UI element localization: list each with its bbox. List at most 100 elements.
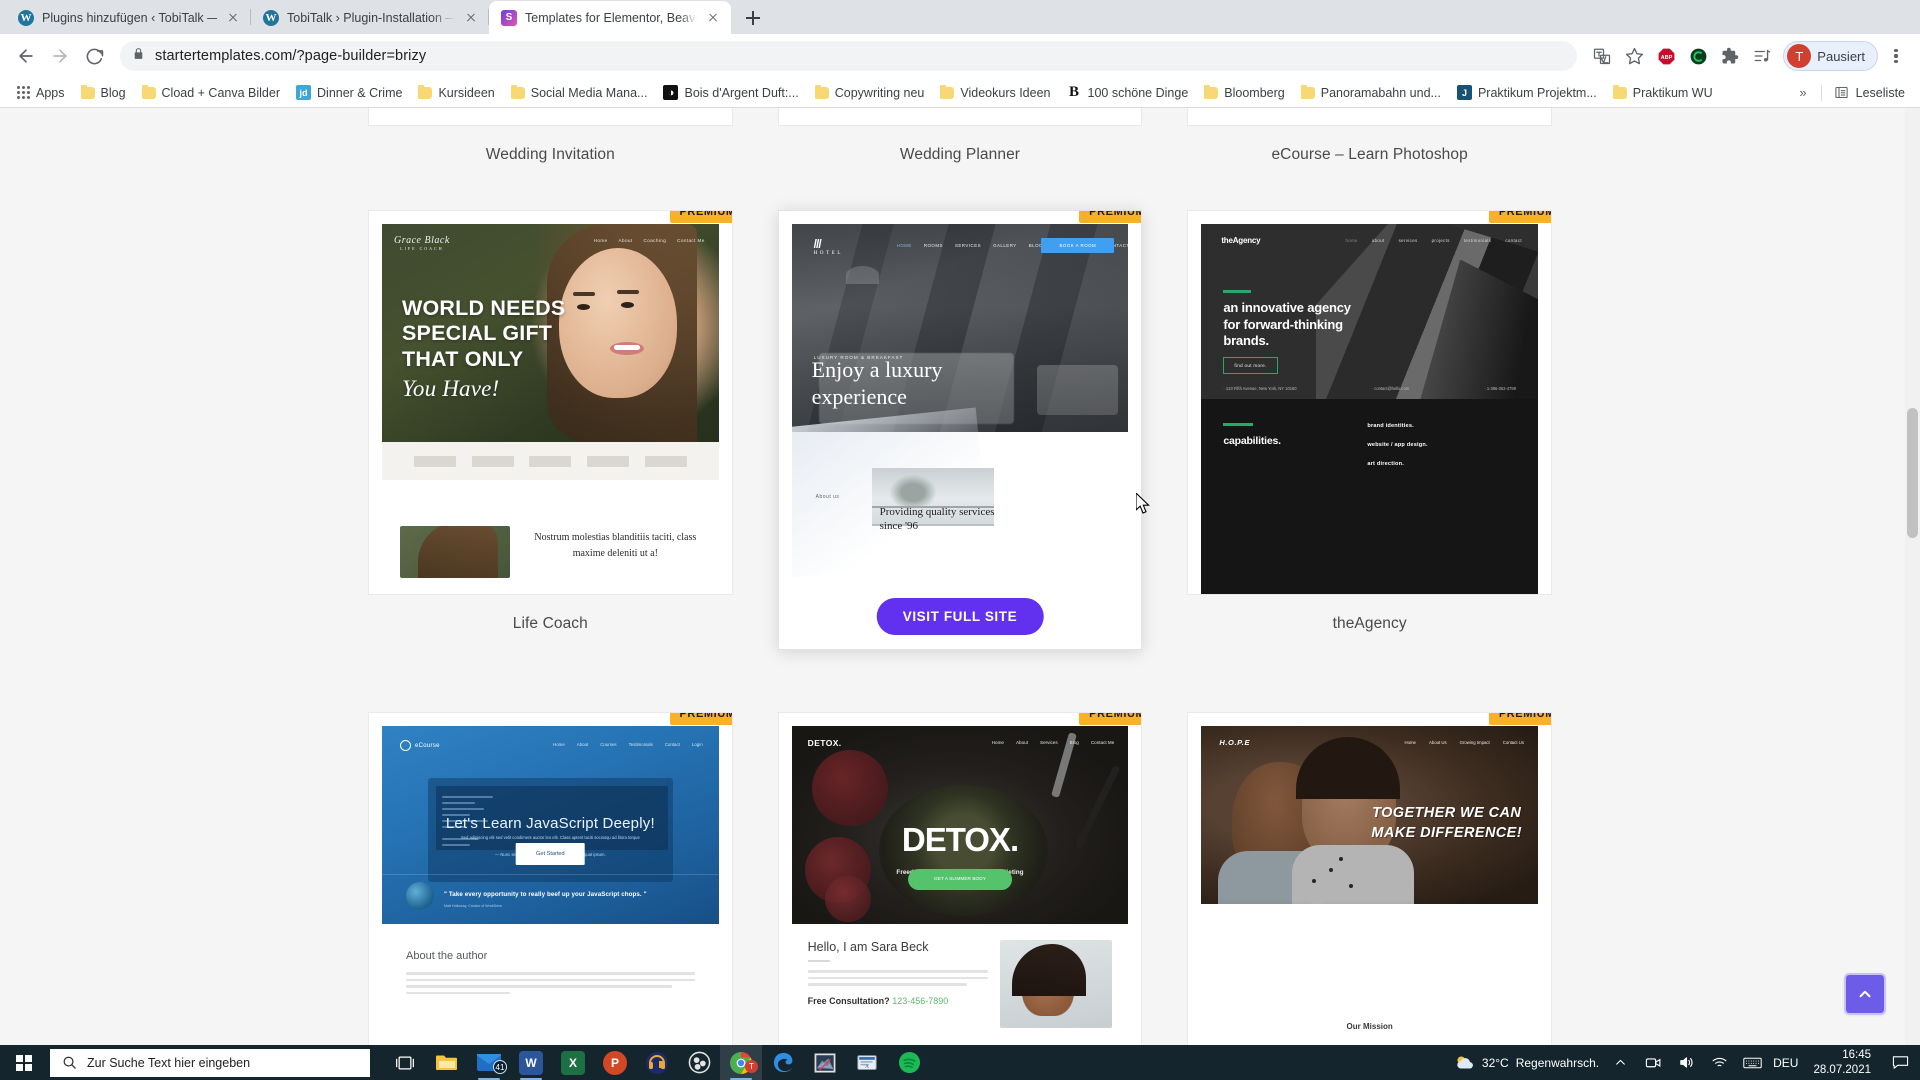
bookmark-praktikum-wu[interactable]: Praktikum WU: [1605, 83, 1721, 103]
about-quote: Nostrum molestias blanditiis taciti, cla…: [534, 532, 697, 559]
file-explorer-icon[interactable]: [426, 1045, 468, 1080]
weather-widget[interactable]: 32°C Regenwahrsch.: [1453, 1053, 1599, 1073]
template-card-detox[interactable]: PREMIUM DETOX. Home About Services Blog Co…: [777, 712, 1143, 1045]
bookmarks-overflow-button[interactable]: »: [1791, 85, 1814, 100]
keyboard-icon[interactable]: [1740, 1056, 1764, 1070]
template-preview[interactable]: PREMIUM Grace Black LIFE COACH Home Abou…: [368, 210, 733, 595]
address-bar[interactable]: startertemplates.com/?page-builder=brizy: [120, 41, 1578, 71]
extensions-puzzle-icon[interactable]: [1715, 41, 1745, 71]
bookmark-label: Cload + Canva Bilder: [161, 85, 281, 100]
url-text: startertemplates.com/?page-builder=brizy: [155, 48, 427, 64]
powerpoint-icon[interactable]: P: [594, 1045, 636, 1080]
taskbar-search-box[interactable]: Zur Suche Text hier eingeben: [50, 1048, 370, 1077]
hero-headline: TOGETHER WE CAN MAKE DIFFERENCE!: [1371, 805, 1522, 841]
page-scrollbar[interactable]: [1905, 108, 1920, 1045]
reload-button[interactable]: [78, 40, 110, 72]
close-icon[interactable]: [705, 10, 721, 26]
svg-text:ABP: ABP: [1660, 54, 1672, 60]
clock[interactable]: 16:45 28.07.2021: [1807, 1048, 1877, 1077]
template-caption: theAgency: [1332, 615, 1407, 632]
photoshop-icon[interactable]: [804, 1045, 846, 1080]
bookmark-blog[interactable]: Blog: [73, 83, 134, 103]
chevron-up-icon[interactable]: [1608, 1056, 1632, 1069]
capability-item: brand identities.: [1367, 423, 1414, 429]
spotify-icon[interactable]: [888, 1045, 930, 1080]
browser-tab-1[interactable]: W Plugins hinzufügen ‹ TobiTalk —: [6, 1, 251, 34]
language-indicator[interactable]: DEU: [1773, 1056, 1798, 1070]
hero-headline: WORLD NEEDS SPECIAL GIFT THAT ONLY You H…: [402, 296, 566, 402]
bookmark-kursideen[interactable]: Kursideen: [410, 83, 502, 103]
start-button[interactable]: [0, 1045, 48, 1080]
bookmark-star-icon[interactable]: [1619, 41, 1649, 71]
reading-list-button[interactable]: Leseliste: [1828, 82, 1911, 103]
premium-badge: PREMIUM: [669, 713, 732, 725]
hero-section: theAgency home about services projects tes…: [1201, 224, 1538, 399]
clock-time: 16:45: [1842, 1049, 1871, 1062]
browser-tab-2[interactable]: W TobiTalk › Plugin-Installation — W: [251, 1, 489, 34]
template-card-wedding-invitation[interactable]: Wedding Invitation: [368, 108, 733, 164]
close-icon[interactable]: [225, 10, 241, 26]
j-icon: J: [1456, 85, 1472, 100]
bookmark-praktikum-projektm[interactable]: J Praktikum Projektm...: [1449, 82, 1605, 103]
template-card-hotel[interactable]: PREMIUM /// HOTEL HOME ROOMS SERVICES GA…: [777, 210, 1143, 670]
bookmark-panoramabahn[interactable]: Panoramabahn und...: [1293, 83, 1449, 103]
edge-icon[interactable]: [762, 1045, 804, 1080]
new-tab-button[interactable]: [739, 4, 767, 32]
extension-green-icon[interactable]: [1683, 41, 1713, 71]
notification-icon[interactable]: [1886, 1045, 1914, 1080]
obs-icon[interactable]: [678, 1045, 720, 1080]
bookmark-apps[interactable]: Apps: [9, 83, 73, 103]
template-card-ecourse-photoshop[interactable]: eCourse – Learn Photoshop: [1187, 108, 1552, 164]
get-started-button: Get Started: [516, 843, 585, 866]
forward-button[interactable]: [44, 40, 76, 72]
template-caption: Wedding Planner: [899, 146, 1021, 163]
bookmark-videokurs[interactable]: Videokurs Ideen: [932, 83, 1058, 103]
template-caption: eCourse – Learn Photoshop: [1271, 146, 1468, 163]
template-card-hope[interactable]: PREMIUM H.O.P.E Home About Us Growing Im…: [1187, 712, 1552, 1045]
template-card-life-coach[interactable]: PREMIUM Grace Black LIFE COACH Home Abou…: [368, 210, 733, 670]
template-preview[interactable]: PREMIUM eCourse Home About Courses Testimo…: [368, 712, 733, 1045]
back-button[interactable]: [10, 40, 42, 72]
bookmark-cload-canva[interactable]: Cload + Canva Bilder: [134, 83, 288, 103]
template-preview[interactable]: PREMIUM H.O.P.E Home About Us Growing Im…: [1187, 712, 1552, 1045]
template-preview[interactable]: PREMIUM theAgency home about services proj…: [1187, 210, 1552, 595]
visit-full-site-button[interactable]: VISIT FULL SITE: [876, 598, 1044, 635]
bookmark-bois-dargent[interactable]: ◑ Bois d'Argent Duft:...: [655, 82, 806, 103]
template-preview[interactable]: PREMIUM /// HOTEL HOME ROOMS SERVICES GA…: [777, 210, 1143, 650]
hero-section: Grace Black LIFE COACH Home About Coachin…: [382, 224, 719, 442]
volume-icon[interactable]: [1674, 1055, 1698, 1070]
snipping-tool-icon[interactable]: A: [846, 1045, 888, 1080]
folder-icon: [510, 84, 525, 99]
wifi-icon[interactable]: [1707, 1055, 1731, 1070]
mail-icon[interactable]: 41: [468, 1045, 510, 1080]
chrome-icon[interactable]: T: [720, 1045, 762, 1080]
template-card-wedding-planner[interactable]: Wedding Planner: [777, 108, 1143, 164]
bookmark-bloomberg[interactable]: Bloomberg: [1196, 83, 1292, 103]
section-title: capabilities.: [1223, 434, 1281, 447]
profile-button[interactable]: T Pausiert: [1783, 41, 1878, 71]
camera-icon[interactable]: [1641, 1055, 1665, 1070]
chrome-menu-button[interactable]: [1882, 41, 1910, 71]
mail-badge: 41: [493, 1060, 507, 1074]
word-icon[interactable]: W: [510, 1045, 552, 1080]
bookmark-100-schoene-dinge[interactable]: B 100 schöne Dinge: [1059, 82, 1197, 103]
template-preview[interactable]: PREMIUM DETOX. Home About Services Blog Co…: [777, 712, 1143, 1045]
audacity-icon[interactable]: [636, 1045, 678, 1080]
bookmark-dinner-crime[interactable]: jd Dinner & Crime: [288, 82, 410, 103]
template-card-ecourse[interactable]: PREMIUM eCourse Home About Courses Testimo…: [368, 712, 733, 1045]
adblock-plus-icon[interactable]: ABP: [1651, 41, 1681, 71]
bookmark-copywriting[interactable]: Copywriting neu: [807, 83, 933, 103]
chevron-up-icon: [1859, 990, 1871, 998]
bookmark-social-media[interactable]: Social Media Mana...: [503, 83, 656, 103]
avatar: T: [1787, 44, 1812, 68]
bookmark-label: Panoramabahn und...: [1320, 85, 1441, 100]
task-view-icon[interactable]: [384, 1045, 426, 1080]
close-icon[interactable]: [463, 10, 479, 26]
excel-icon[interactable]: X: [552, 1045, 594, 1080]
scroll-to-top-button[interactable]: [1844, 973, 1886, 1015]
media-control-icon[interactable]: [1747, 41, 1777, 71]
scrollbar-thumb[interactable]: [1907, 408, 1918, 538]
template-card-theagency[interactable]: PREMIUM theAgency home about services proj…: [1187, 210, 1552, 670]
translate-icon[interactable]: [1587, 41, 1617, 71]
browser-tab-3[interactable]: S Templates for Elementor, Beaver: [489, 1, 731, 34]
